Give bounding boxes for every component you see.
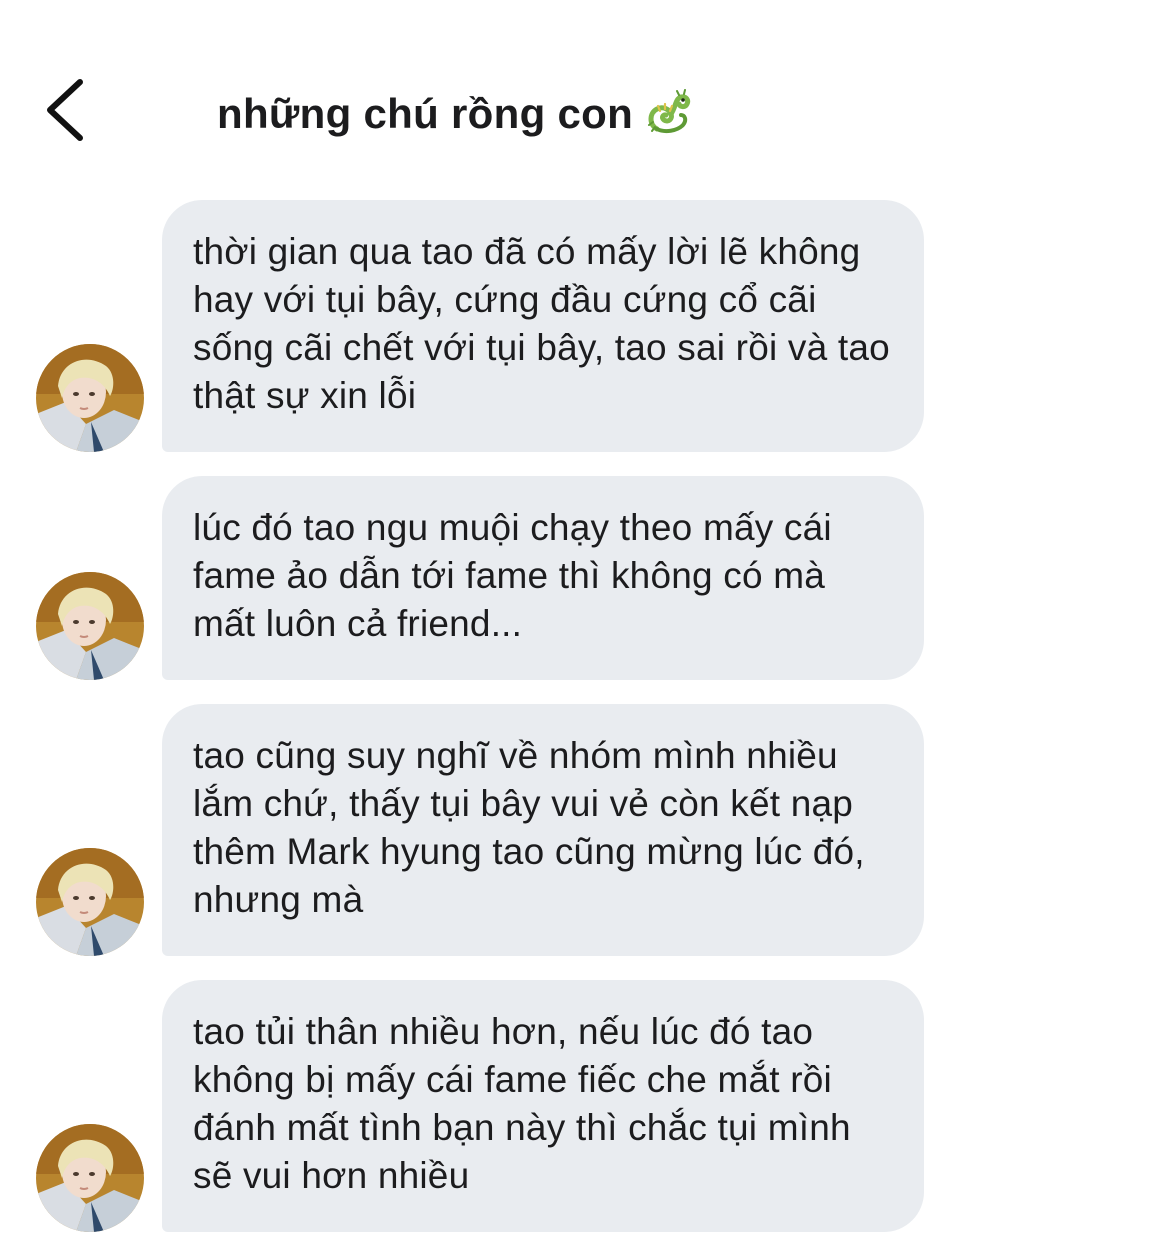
message-bubble[interactable]: lúc đó tao ngu muội chạy theo mấy cái fa…: [162, 476, 924, 680]
chevron-left-icon: [47, 79, 83, 141]
avatar[interactable]: [36, 344, 144, 452]
message-bubble[interactable]: thời gian qua tao đã có mấy lời lẽ không…: [162, 200, 924, 452]
back-button[interactable]: [36, 70, 106, 150]
chat-header: những chú rồng con: [0, 0, 1169, 180]
message-text: tao tủi thân nhiều hơn, nếu lúc đó tao k…: [193, 1011, 851, 1196]
conversation-title-area[interactable]: những chú rồng con: [217, 82, 693, 146]
avatar[interactable]: [36, 572, 144, 680]
avatar[interactable]: [36, 1124, 144, 1232]
message-text: tao cũng suy nghĩ về nhóm mình nhiều lắm…: [193, 735, 865, 920]
avatar[interactable]: [36, 848, 144, 956]
conversation-title: những chú rồng con: [217, 90, 634, 137]
dragon-icon: [648, 89, 691, 134]
message-bubble[interactable]: tao tủi thân nhiều hơn, nếu lúc đó tao k…: [162, 980, 924, 1232]
message-bubble[interactable]: tao cũng suy nghĩ về nhóm mình nhiều lắm…: [162, 704, 924, 956]
message-text: thời gian qua tao đã có mấy lời lẽ không…: [193, 231, 890, 416]
message-text: lúc đó tao ngu muội chạy theo mấy cái fa…: [193, 507, 832, 644]
